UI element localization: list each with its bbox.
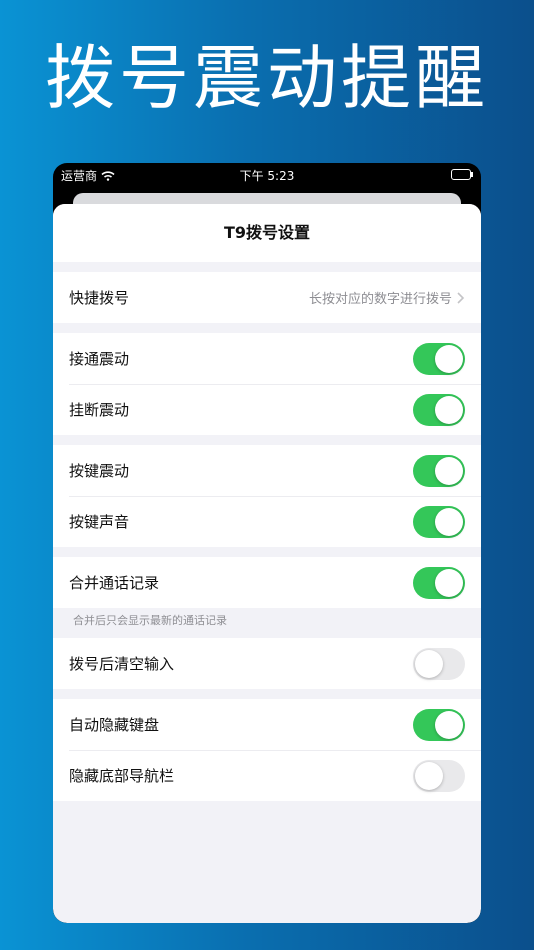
row-key-sound: 按键声音 (53, 496, 481, 547)
hide-navbar-toggle[interactable] (413, 759, 465, 792)
clear-input-label: 拨号后清空输入 (69, 655, 175, 673)
row-merge-logs: 合并通话记录 (53, 557, 481, 608)
phone-screen: 运营商 下午 5:23 T9拨号设置 快捷拨号 长按对应的数字进行拨号 接通震动… (53, 163, 481, 923)
hide-navbar-label: 隐藏底部导航栏 (69, 767, 175, 785)
auto-hide-keyboard-toggle[interactable] (413, 708, 465, 741)
group-display: 自动隐藏键盘 隐藏底部导航栏 (53, 699, 481, 801)
section-gap (53, 547, 481, 557)
key-sound-toggle[interactable] (413, 505, 465, 538)
group-quick-dial: 快捷拨号 长按对应的数字进行拨号 (53, 272, 481, 323)
merge-logs-label: 合并通话记录 (69, 574, 160, 592)
group-merge-logs: 合并通话记录 (53, 557, 481, 608)
row-hangup-vibrate: 挂断震动 (53, 384, 481, 435)
section-gap (53, 262, 481, 272)
key-vibrate-label: 按键震动 (69, 462, 130, 480)
toggle-knob (435, 395, 463, 424)
hangup-vibrate-toggle[interactable] (413, 393, 465, 426)
quick-dial-detail: 长按对应的数字进行拨号 (309, 288, 465, 307)
row-hide-navbar: 隐藏底部导航栏 (53, 750, 481, 801)
merge-logs-footnote: 合并后只会显示最新的通话记录 (53, 608, 481, 638)
toggle-knob (435, 456, 463, 485)
toggle-knob (415, 761, 443, 790)
row-clear-input: 拨号后清空输入 (53, 638, 481, 689)
connect-vibrate-toggle[interactable] (413, 342, 465, 375)
status-time: 下午 5:23 (239, 169, 295, 183)
battery-icon (451, 169, 473, 180)
promo-headline: 拨号震动提醒 (45, 37, 489, 119)
row-auto-hide-keyboard: 自动隐藏键盘 (53, 699, 481, 750)
row-connect-vibrate: 接通震动 (53, 333, 481, 384)
group-keys: 按键震动 按键声音 (53, 445, 481, 547)
quick-dial-label: 快捷拨号 (69, 289, 130, 307)
quick-dial-detail-text: 长按对应的数字进行拨号 (308, 292, 452, 307)
section-gap (53, 689, 481, 699)
group-clear-input: 拨号后清空输入 (53, 638, 481, 689)
toggle-knob (435, 568, 463, 597)
sheet-title: T9拨号设置 (53, 204, 481, 262)
settings-sheet: T9拨号设置 快捷拨号 长按对应的数字进行拨号 接通震动 挂断震动 按键震动 按… (53, 204, 481, 923)
toggle-knob (435, 344, 463, 373)
clear-input-toggle[interactable] (413, 647, 465, 680)
key-sound-label: 按键声音 (69, 513, 130, 531)
toggle-knob (435, 507, 463, 536)
toggle-knob (415, 649, 443, 678)
section-gap (53, 435, 481, 445)
auto-hide-keyboard-label: 自动隐藏键盘 (69, 716, 160, 734)
merge-logs-toggle[interactable] (413, 566, 465, 599)
row-quick-dial[interactable]: 快捷拨号 长按对应的数字进行拨号 (53, 272, 481, 323)
chevron-right-icon (457, 291, 465, 304)
connect-vibrate-label: 接通震动 (69, 350, 130, 368)
hangup-vibrate-label: 挂断震动 (69, 401, 130, 419)
status-bar: 运营商 下午 5:23 (53, 163, 481, 187)
toggle-knob (435, 710, 463, 739)
section-gap (53, 323, 481, 333)
row-key-vibrate: 按键震动 (53, 445, 481, 496)
group-call-vibrate: 接通震动 挂断震动 (53, 333, 481, 435)
key-vibrate-toggle[interactable] (413, 454, 465, 487)
